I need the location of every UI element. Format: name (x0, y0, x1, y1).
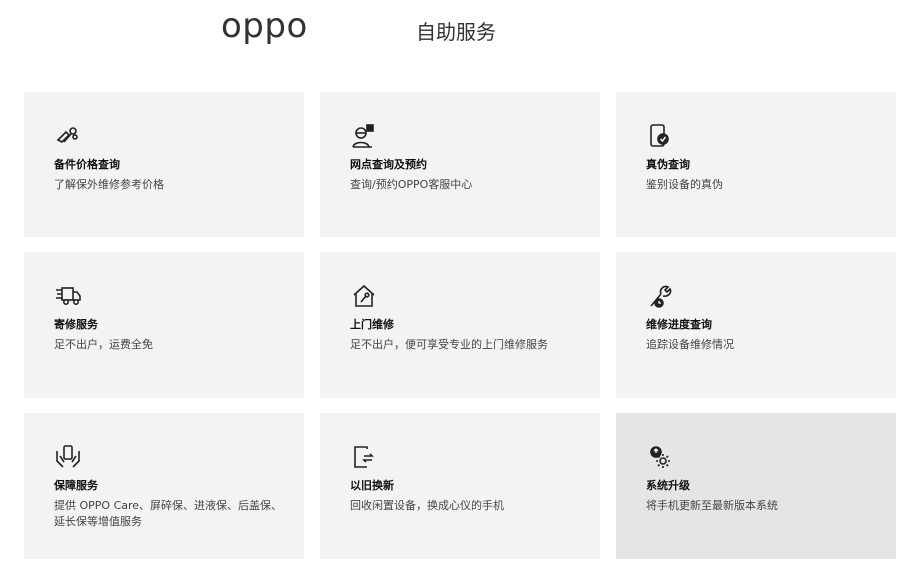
card-title: 真伪查询 (646, 158, 690, 171)
card-desc: 追踪设备维修情况 (646, 338, 734, 351)
card-desc: 了解保外维修参考价格 (54, 178, 164, 191)
card-home-repair[interactable]: 上门维修 足不出户，便可享受专业的上门维修服务 (320, 252, 600, 398)
hands-protect-icon (54, 443, 82, 471)
phone-verify-icon (646, 122, 674, 150)
wrench-progress-icon (646, 282, 674, 310)
card-title: 寄修服务 (54, 318, 98, 331)
card-desc: 查询/预约OPPO客服中心 (350, 178, 473, 191)
card-protection-service[interactable]: 保障服务 提供 OPPO Care、屏碎保、进液保、后盖保、延长保等增值服务 (24, 413, 304, 559)
card-store-booking[interactable]: 网点查询及预约 查询/预约OPPO客服中心 (320, 92, 600, 237)
service-grid: 备件价格查询 了解保外维修参考价格 网点查询及预约 查询/预约OPPO客服中心 … (24, 92, 896, 559)
page-title: 自助服务 (416, 20, 496, 44)
card-repair-progress[interactable]: 维修进度查询 追踪设备维修情况 (616, 252, 896, 398)
card-title: 网点查询及预约 (350, 158, 427, 171)
card-trade-in[interactable]: 以旧换新 回收闲置设备，换成心仪的手机 (320, 413, 600, 559)
card-desc: 提供 OPPO Care、屏碎保、进液保、后盖保、延长保等增值服务 (54, 499, 283, 528)
card-spare-parts-price[interactable]: 备件价格查询 了解保外维修参考价格 (24, 92, 304, 237)
card-title: 上门维修 (350, 318, 394, 331)
card-desc: 足不出户，便可享受专业的上门维修服务 (350, 338, 548, 351)
card-mail-repair[interactable]: 寄修服务 足不出户，运费全免 (24, 252, 304, 398)
card-desc: 足不出户，运费全免 (54, 338, 153, 351)
delivery-truck-icon (54, 282, 82, 310)
card-desc: 鉴别设备的真伪 (646, 178, 723, 191)
card-desc: 回收闲置设备，换成心仪的手机 (350, 499, 504, 512)
system-update-icon (646, 443, 674, 471)
card-system-update[interactable]: 系统升级 将手机更新至最新版本系统 (616, 413, 896, 559)
service-agent-icon (350, 122, 378, 150)
tools-icon (54, 122, 82, 150)
card-title: 维修进度查询 (646, 318, 712, 331)
home-repair-icon (350, 282, 378, 310)
card-title: 以旧换新 (350, 479, 394, 492)
card-authenticity-check[interactable]: 真伪查询 鉴别设备的真伪 (616, 92, 896, 237)
card-title: 保障服务 (54, 479, 98, 492)
card-title: 系统升级 (646, 479, 690, 492)
oppo-logo[interactable]: oppo (221, 6, 308, 46)
card-title: 备件价格查询 (54, 158, 120, 171)
phone-exchange-icon (350, 443, 378, 471)
card-desc: 将手机更新至最新版本系统 (646, 499, 778, 512)
